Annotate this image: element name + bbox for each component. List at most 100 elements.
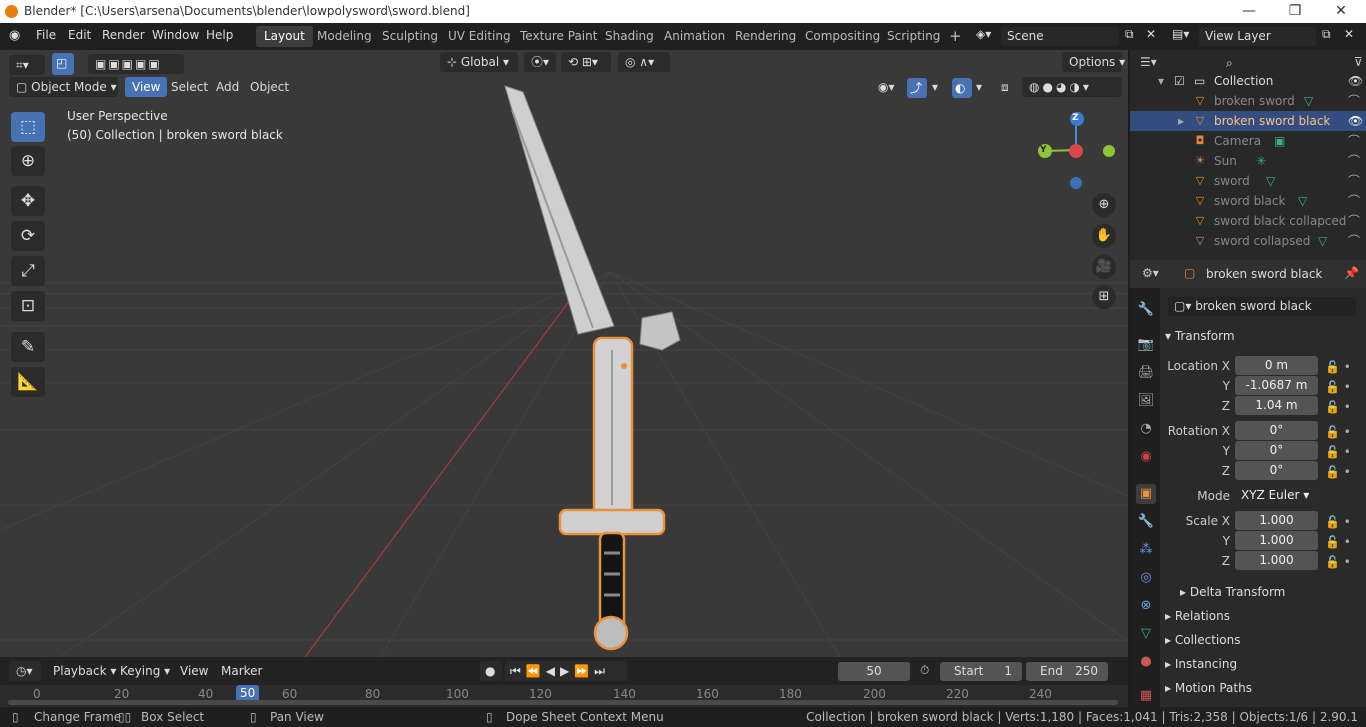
tab-uv-editing[interactable]: UV Editing bbox=[440, 26, 519, 47]
outliner-item-broken-sword-black[interactable]: ▸ ▽ broken sword black 👁 bbox=[1130, 111, 1366, 131]
location-x-field[interactable]: 0 m bbox=[1235, 356, 1318, 375]
scene-field[interactable]: Scene bbox=[1001, 27, 1119, 46]
hidden-eye-icon[interactable]: ⌒ bbox=[1348, 211, 1360, 231]
maximize-button[interactable]: ❐ bbox=[1272, 0, 1318, 23]
rotation-y-field[interactable]: 0° bbox=[1235, 441, 1318, 460]
annotate-tool-icon[interactable]: ✎ bbox=[11, 332, 45, 362]
gizmo-toggle-icon[interactable]: ⤴ bbox=[907, 78, 927, 98]
scale-lock-icons[interactable]: 🔓 • 🔓 • 🔓 • bbox=[1325, 512, 1351, 572]
transform-panel-header[interactable]: ▾ Transform bbox=[1165, 325, 1366, 347]
instancing-panel[interactable]: ▸ Instancing bbox=[1165, 653, 1366, 675]
physics-tab-icon[interactable]: ◎ bbox=[1136, 568, 1156, 588]
start-frame-field[interactable]: Start 1 bbox=[940, 662, 1022, 681]
overlays-toggle-icon[interactable]: ◐ bbox=[952, 78, 972, 98]
rotation-lock-icons[interactable]: 🔓 • 🔓 • 🔓 • bbox=[1325, 422, 1351, 482]
outliner-item-broken-sword[interactable]: ▽ broken sword ▽ ⌒ bbox=[1130, 91, 1366, 111]
collapse-arrow-icon[interactable]: ▾ bbox=[1158, 71, 1164, 91]
motion-paths-panel[interactable]: ▸ Motion Paths bbox=[1165, 677, 1366, 699]
hidden-eye-icon[interactable]: ⌒ bbox=[1348, 171, 1360, 191]
menu-render[interactable]: Render bbox=[102, 28, 145, 42]
add-workspace-icon[interactable]: + bbox=[941, 26, 970, 47]
tool-tab-icon[interactable]: 🔧 bbox=[1136, 300, 1156, 320]
close-button[interactable]: ✕ bbox=[1318, 0, 1364, 23]
transform-orientation-dropdown[interactable]: ⊹ Global ▾ bbox=[440, 52, 518, 72]
options-dropdown[interactable]: Options ▾ bbox=[1062, 52, 1125, 72]
timeline-view-menu[interactable]: View bbox=[173, 661, 215, 681]
properties-editor-icon[interactable]: ⚙▾ bbox=[1142, 266, 1159, 280]
hidden-eye-icon[interactable]: ⌒ bbox=[1348, 231, 1360, 251]
minimize-button[interactable]: — bbox=[1226, 0, 1272, 23]
hidden-eye-icon[interactable]: ⌒ bbox=[1348, 91, 1360, 111]
menu-window[interactable]: Window bbox=[152, 28, 199, 42]
tab-rendering[interactable]: Rendering bbox=[727, 26, 804, 47]
tab-animation[interactable]: Animation bbox=[656, 26, 733, 47]
rotate-tool-icon[interactable]: ⟳ bbox=[11, 221, 45, 251]
playback-menu[interactable]: Playback ▾ bbox=[46, 661, 123, 681]
gizmo-dropdown-icon[interactable]: ▾ bbox=[930, 77, 946, 97]
current-frame-field[interactable]: 50 bbox=[838, 662, 910, 681]
visibility-icon[interactable]: ◉▾ bbox=[871, 77, 903, 97]
delta-transform-panel[interactable]: ▸ Delta Transform bbox=[1180, 581, 1366, 603]
ortho-toggle-icon[interactable]: ⊞ bbox=[1092, 285, 1116, 309]
menu-add[interactable]: Add bbox=[209, 77, 246, 97]
outliner-item-sword-collapsed[interactable]: ▽ sword collapsed ▽ ⌒ bbox=[1130, 231, 1366, 251]
relations-panel[interactable]: ▸ Relations bbox=[1165, 605, 1366, 627]
proportional-edit-icon[interactable]: ◎ ∧▾ bbox=[618, 52, 670, 72]
menu-file[interactable]: File bbox=[36, 28, 56, 42]
remove-view-layer-icon[interactable]: ✕ bbox=[1344, 27, 1354, 41]
scene-icon[interactable]: ◈▾ bbox=[976, 27, 991, 41]
lock-icons[interactable]: 🔓 • 🔓 • 🔓 • bbox=[1325, 357, 1351, 417]
pivot-point-icon[interactable]: ⦿▾ bbox=[524, 52, 556, 72]
frame-ruler[interactable]: 0 20 40 50 60 80 100 120 140 160 180 200… bbox=[0, 685, 1128, 707]
outliner-editor-icon[interactable]: ☰▾ bbox=[1140, 55, 1157, 69]
tab-shading[interactable]: Shading bbox=[597, 26, 662, 47]
hidden-eye-icon[interactable]: ⌒ bbox=[1348, 191, 1360, 211]
select-box-icon[interactable]: ◰ bbox=[52, 53, 74, 75]
menu-edit[interactable]: Edit bbox=[68, 28, 91, 42]
timeline-scrollbar[interactable] bbox=[8, 700, 1118, 705]
menu-object[interactable]: Object bbox=[243, 77, 296, 97]
tab-modeling[interactable]: Modeling bbox=[309, 26, 380, 47]
camera-view-icon[interactable]: 🎥 bbox=[1092, 255, 1116, 279]
measure-tool-icon[interactable]: 📐 bbox=[11, 367, 45, 397]
3d-viewport[interactable]: Z Y ⌗▾ ◰ ▣▣▣▣▣ ⊹ Global ▾ ⦿▾ ⟲ ⊞▾ ◎ ∧▾ O… bbox=[0, 50, 1128, 657]
object-name-field[interactable]: ▢▾ broken sword black bbox=[1168, 297, 1356, 316]
selection-mode-buttons[interactable]: ▣▣▣▣▣ bbox=[88, 54, 184, 74]
mode-dropdown[interactable]: ▢ Object Mode ▾ bbox=[9, 77, 118, 97]
menu-view[interactable]: View bbox=[125, 77, 168, 97]
transform-tool-icon[interactable]: ⊡ bbox=[11, 291, 45, 321]
menu-help[interactable]: Help bbox=[206, 28, 233, 42]
scale-z-field[interactable]: 1.000 bbox=[1235, 551, 1318, 570]
render-tab-icon[interactable]: 📷 bbox=[1136, 335, 1156, 355]
view-layer-icon[interactable]: ▤▾ bbox=[1172, 27, 1189, 41]
tab-scripting[interactable]: Scripting bbox=[879, 26, 948, 47]
outliner-collection-row[interactable]: ▾ ☑ ▭ Collection 👁 bbox=[1130, 71, 1366, 91]
record-icon[interactable]: ● bbox=[480, 661, 502, 681]
view-layer-field[interactable]: View Layer bbox=[1199, 27, 1316, 46]
collections-panel[interactable]: ▸ Collections bbox=[1165, 629, 1366, 651]
outliner-item-sword-black-collapced[interactable]: ▽ sword black collapced ⌒ bbox=[1130, 211, 1366, 231]
hidden-eye-icon[interactable]: ⌒ bbox=[1348, 131, 1360, 151]
overlays-dropdown-icon[interactable]: ▾ bbox=[974, 77, 990, 97]
timeline-editor-icon[interactable]: ◷▾ bbox=[9, 661, 41, 681]
rotation-z-field[interactable]: 0° bbox=[1235, 461, 1318, 480]
outliner-item-sword-black[interactable]: ▽ sword black ▽ ⌒ bbox=[1130, 191, 1366, 211]
checkbox-icon[interactable]: ☑ bbox=[1174, 71, 1185, 91]
blender-menu-icon[interactable]: ◉ bbox=[9, 28, 20, 43]
zoom-icon[interactable]: ⊕ bbox=[1092, 193, 1116, 217]
xray-icon[interactable]: ⧈ bbox=[998, 77, 1018, 97]
menu-select[interactable]: Select bbox=[164, 77, 215, 97]
mesh-data-tab-icon[interactable]: ▽ bbox=[1136, 624, 1156, 644]
shading-mode-icons[interactable]: ◍●◕◑▾ bbox=[1022, 77, 1122, 97]
cursor-tool-icon[interactable]: ⊕ bbox=[11, 146, 45, 176]
tab-texture-paint[interactable]: Texture Paint bbox=[512, 26, 605, 47]
new-scene-icon[interactable]: ⧉ bbox=[1125, 27, 1134, 42]
pan-hand-icon[interactable]: ✋ bbox=[1092, 224, 1116, 248]
location-z-field[interactable]: 1.04 m bbox=[1235, 396, 1318, 415]
gizmo-y-label[interactable]: Y bbox=[1040, 145, 1047, 155]
tab-compositing[interactable]: Compositing bbox=[797, 26, 888, 47]
playback-controls[interactable]: ⏮⏪◀▶⏩⏭ bbox=[505, 661, 627, 681]
keying-menu[interactable]: Keying ▾ bbox=[113, 661, 177, 681]
stopwatch-icon[interactable]: ⏱ bbox=[920, 663, 929, 678]
gizmo-z-label[interactable]: Z bbox=[1072, 113, 1079, 123]
